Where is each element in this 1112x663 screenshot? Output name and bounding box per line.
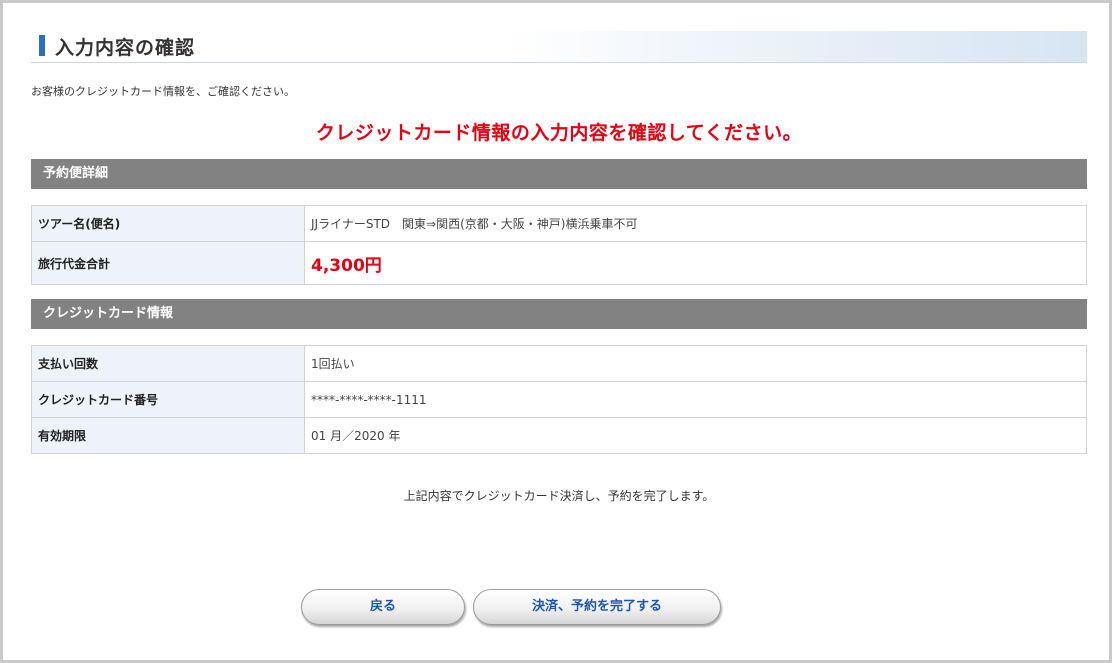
installments-value: 1回払い: [304, 345, 1087, 382]
tour-name-value: JJライナーSTD 関東⇒関西(京都・大阪・神戸)横浜乗車不可: [304, 205, 1087, 242]
tour-name-label: ツアー名(便名): [31, 205, 305, 242]
installments-label: 支払い回数: [31, 345, 305, 382]
card-section-heading: クレジットカード情報: [31, 299, 1087, 329]
card-number-value: ****-****-****-1111: [304, 381, 1087, 418]
page-title: 入力内容の確認: [55, 37, 196, 59]
confirmation-notice: クレジットカード情報の入力内容を確認してください。: [315, 122, 803, 144]
table-row-installments: 支払い回数 1回払い: [31, 345, 1087, 382]
title-accent-bar: [39, 35, 45, 56]
reservation-details-table: ツアー名(便名) JJライナーSTD 関東⇒関西(京都・大阪・神戸)横浜乗車不可…: [31, 205, 1087, 285]
table-row-total-price: 旅行代金合計 4,300円: [31, 241, 1087, 285]
total-price-label: 旅行代金合計: [31, 241, 305, 285]
page-title-bar: 入力内容の確認: [31, 31, 1087, 63]
card-details-table: 支払い回数 1回払い クレジットカード番号 ****-****-****-111…: [31, 345, 1087, 454]
reservation-section-heading: 予約便詳細: [31, 159, 1087, 189]
expiry-value: 01 月／2020 年: [304, 417, 1087, 454]
total-price-value: 4,300円: [311, 255, 382, 276]
table-row-tour-name: ツアー名(便名) JJライナーSTD 関東⇒関西(京都・大阪・神戸)横浜乗車不可: [31, 205, 1087, 242]
expiry-label: 有効期限: [31, 417, 305, 454]
table-row-card-number: クレジットカード番号 ****-****-****-1111: [31, 381, 1087, 418]
table-row-expiry: 有効期限 01 月／2020 年: [31, 417, 1087, 454]
back-button[interactable]: 戻る: [301, 589, 465, 625]
page-frame: 入力内容の確認 お客様のクレジットカード情報を、ご確認ください。 クレジットカー…: [0, 0, 1112, 663]
completion-note: 上記内容でクレジットカード決済し、予約を完了します。: [403, 489, 715, 503]
intro-text: お客様のクレジットカード情報を、ご確認ください。: [31, 85, 295, 98]
complete-payment-button[interactable]: 決済、予約を完了する: [473, 589, 721, 625]
card-number-label: クレジットカード番号: [31, 381, 305, 418]
